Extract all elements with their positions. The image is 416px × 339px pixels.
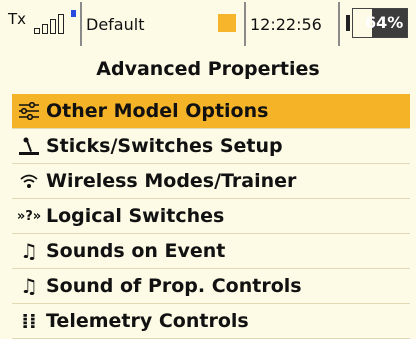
- menu-item-label: Sound of Prop. Controls: [46, 275, 302, 297]
- transmitter-signal: Tx: [6, 0, 78, 48]
- signal-indicator-dot: [71, 10, 76, 17]
- menu-item-label: Sounds on Event: [46, 240, 226, 262]
- model-name-cell[interactable]: Default: [86, 0, 236, 48]
- model-name: Default: [86, 14, 145, 34]
- menu-item-telemetry-controls[interactable]: ⁞⁞ Telemetry Controls: [12, 304, 410, 339]
- menu-item-label: Telemetry Controls: [46, 310, 249, 332]
- menu-item-wireless-modes-trainer[interactable]: Wireless Modes/Trainer: [12, 164, 410, 199]
- menu-item-logical-switches[interactable]: »?» Logical Switches: [12, 199, 410, 234]
- menu-item-label: Other Model Options: [46, 100, 269, 122]
- page-title: Advanced Properties: [96, 58, 320, 80]
- music-note-icon: ♫: [20, 274, 38, 298]
- battery-icon: 64%: [346, 8, 408, 38]
- wifi-icon: [12, 164, 46, 198]
- telemetry-icon: ⁞⁞: [21, 309, 37, 333]
- menu-item-label: Wireless Modes/Trainer: [46, 170, 297, 192]
- menu-item-sound-of-prop-controls[interactable]: ♫ Sound of Prop. Controls: [12, 269, 410, 304]
- menu-list: Other Model Options Sticks/Switches Setu…: [12, 94, 410, 339]
- battery-percent: 64%: [365, 13, 404, 32]
- menu-item-sounds-on-event[interactable]: ♫ Sounds on Event: [12, 234, 410, 269]
- signal-bars-icon: [34, 10, 76, 34]
- logic-icon: »?»: [16, 208, 42, 224]
- model-indicator: [218, 14, 236, 32]
- tx-label: Tx: [8, 10, 27, 28]
- menu-item-label: Sticks/Switches Setup: [46, 135, 283, 157]
- menu-item-other-model-options[interactable]: Other Model Options: [12, 94, 410, 129]
- menu-item-sticks-switches-setup[interactable]: Sticks/Switches Setup: [12, 129, 410, 164]
- music-note-icon: ♫: [20, 239, 38, 263]
- menu-item-label: Logical Switches: [46, 205, 225, 227]
- stick-icon: [12, 129, 46, 163]
- clock-time: 12:22:56: [250, 14, 322, 34]
- sliders-icon: [12, 94, 46, 128]
- clock: 12:22:56: [250, 0, 340, 48]
- status-bar: Tx Default 12:22:56 64%: [0, 0, 416, 48]
